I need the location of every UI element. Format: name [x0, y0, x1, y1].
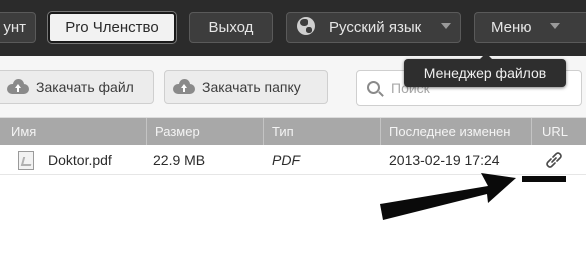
column-header-type[interactable]: Тип	[264, 118, 381, 145]
menu-label: Меню	[491, 19, 532, 36]
search-icon	[367, 81, 380, 94]
file-modified-date: 2013-02-19 17:24	[389, 152, 500, 168]
language-dropdown[interactable]: Русский язык	[286, 12, 461, 43]
link-icon[interactable]	[545, 152, 563, 168]
globe-icon	[297, 17, 315, 35]
file-type: PDF	[272, 152, 300, 168]
menu-dropdown[interactable]: Меню	[474, 12, 586, 43]
file-size: 22.9 MB	[153, 152, 206, 168]
upload-folder-label: Закачать папку	[202, 79, 301, 95]
upload-file-button[interactable]: Закачать файл	[0, 70, 154, 104]
cloud-upload-icon	[173, 79, 195, 94]
upload-folder-button[interactable]: Закачать папку	[164, 70, 328, 104]
table-row[interactable]: Doktor.pdf 22.9 MB PDF 2013-02-19 17:24	[0, 145, 586, 175]
top-navigation-bar: унт Pro Членство Выход Русский язык Меню	[0, 0, 586, 56]
column-header-name[interactable]: Имя	[0, 118, 147, 145]
file-manager-tooltip: Менеджер файлов	[404, 53, 566, 87]
column-header-size[interactable]: Размер	[147, 118, 264, 145]
pro-membership-button[interactable]: Pro Членство	[48, 12, 176, 43]
file-name[interactable]: Doktor.pdf	[48, 145, 112, 175]
pdf-file-icon	[18, 151, 34, 170]
logout-button[interactable]: Выход	[189, 12, 273, 43]
column-header-url[interactable]: URL	[532, 118, 586, 145]
account-button[interactable]: унт	[0, 12, 36, 43]
chevron-down-icon	[441, 23, 452, 29]
column-header-modified[interactable]: Последнее изменен	[381, 118, 532, 145]
upload-file-label: Закачать файл	[36, 79, 134, 95]
cloud-upload-icon	[7, 79, 29, 94]
chevron-down-icon	[549, 23, 560, 29]
language-label: Русский язык	[329, 19, 422, 36]
table-header: Имя Размер Тип Последнее изменен URL	[0, 118, 586, 145]
